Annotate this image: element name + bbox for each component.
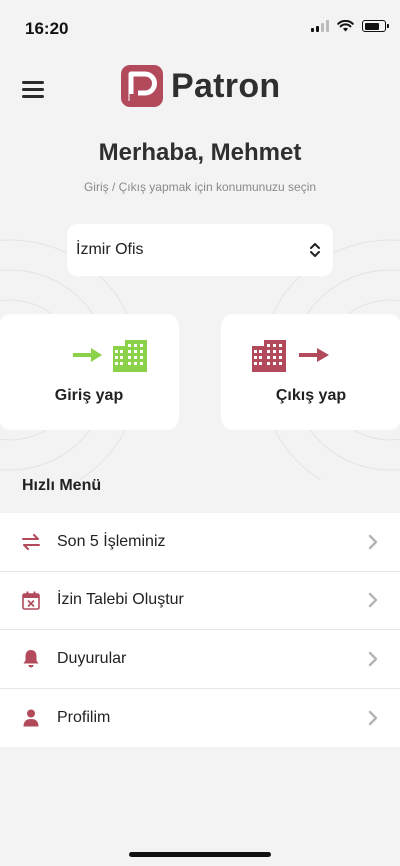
battery-icon — [362, 20, 389, 32]
checkin-building-icon — [73, 340, 147, 372]
bell-icon — [21, 649, 41, 669]
checkout-label: Çıkış yap — [275, 387, 347, 404]
menu-item-leave-request[interactable]: İzin Talebi Oluştur — [0, 572, 400, 630]
menu-item-last-transactions[interactable]: Son 5 İşleminiz — [0, 513, 400, 572]
quick-menu-title: Hızlı Menü — [22, 477, 102, 494]
menu-item-label: İzin Talebi Oluştur — [57, 591, 184, 609]
menu-item-profile[interactable]: Profilim — [0, 689, 400, 748]
user-icon — [21, 708, 41, 728]
checkout-button[interactable]: Çıkış yap — [221, 314, 400, 430]
menu-item-announcements[interactable]: Duyurular — [0, 630, 400, 689]
menu-item-label: Duyurular — [57, 649, 127, 667]
chevron-right-icon — [368, 593, 378, 608]
hamburger-menu-icon[interactable] — [22, 81, 44, 98]
checkout-building-icon — [252, 340, 329, 372]
calendar-x-icon — [21, 590, 41, 610]
app-logo: Patron — [121, 65, 280, 107]
chevron-right-icon — [368, 710, 378, 725]
location-select[interactable]: İzmir Ofis — [67, 224, 333, 276]
status-icons — [311, 20, 389, 32]
menu-item-label: Profilim — [57, 708, 111, 726]
home-indicator[interactable] — [129, 852, 271, 857]
chevron-right-icon — [368, 651, 378, 666]
checkin-button[interactable]: Giriş yap — [0, 314, 179, 430]
quick-menu-list: Son 5 İşleminiz İzin Talebi Oluştur Duyu… — [0, 513, 400, 747]
greeting-subtitle: Giriş / Çıkış yapmak için konumunuzu seç… — [83, 180, 317, 194]
status-time: 16:20 — [25, 19, 69, 38]
location-select-value: İzmir Ofis — [76, 241, 144, 258]
app-name: Patron — [171, 66, 281, 105]
checkin-label: Giriş yap — [54, 387, 124, 404]
patron-logo-icon — [121, 65, 163, 107]
transfer-arrows-icon — [21, 532, 41, 552]
cellular-signal-icon — [311, 20, 329, 32]
greeting-title: Merhaba, Mehmet — [98, 139, 302, 166]
status-bar: 16:20 — [0, 0, 400, 50]
menu-item-label: Son 5 İşleminiz — [57, 532, 166, 550]
chevron-up-down-icon — [310, 243, 320, 257]
chevron-right-icon — [368, 534, 378, 549]
wifi-icon — [337, 20, 354, 32]
